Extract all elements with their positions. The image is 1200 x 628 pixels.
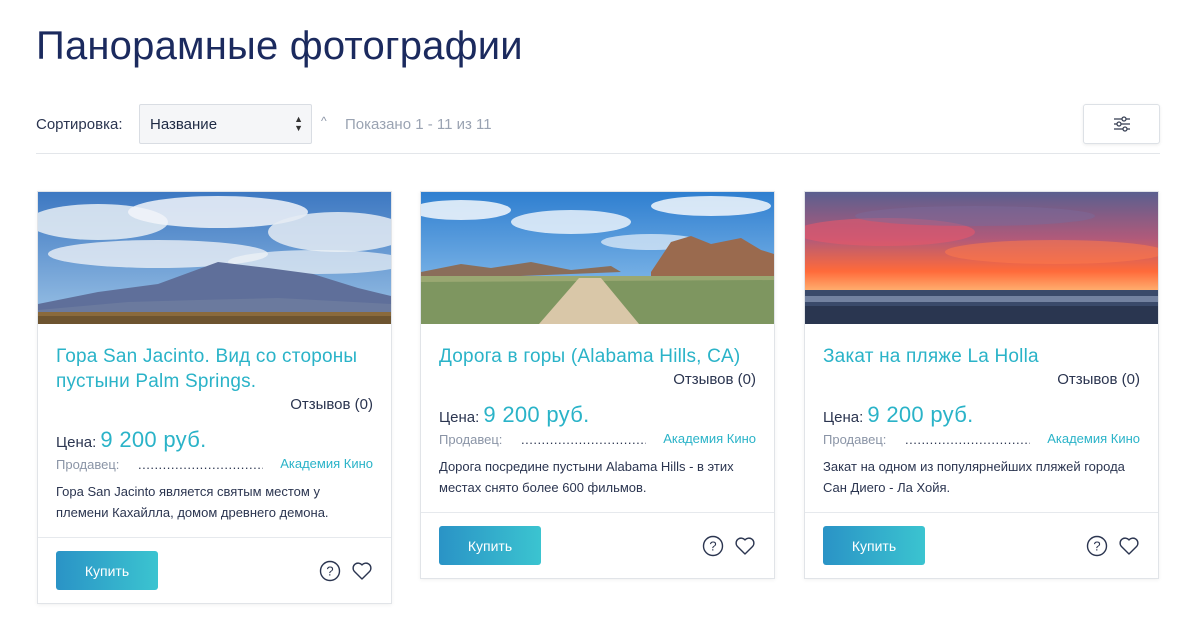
product-title[interactable]: Дорога в горы (Alabama Hills, CA) bbox=[439, 344, 756, 369]
svg-text:?: ? bbox=[709, 539, 716, 554]
seller-link[interactable]: Академия Кино bbox=[1047, 431, 1140, 446]
price-value: 9 200 руб. bbox=[867, 402, 974, 427]
sort-select[interactable]: Название ▲ ▼ bbox=[139, 104, 312, 144]
price-label: Цена: bbox=[439, 409, 480, 426]
seller-row: Продавец: ..............................… bbox=[56, 455, 373, 475]
price-value: 9 200 руб. bbox=[483, 402, 590, 427]
product-description: Гора San Jacinto является святым местом … bbox=[56, 484, 329, 520]
product-image-sunset[interactable] bbox=[805, 192, 1158, 324]
svg-text:?: ? bbox=[1093, 539, 1100, 554]
seller-row: Продавец: ..............................… bbox=[439, 430, 756, 450]
filter-button[interactable] bbox=[1083, 104, 1160, 144]
price-label: Цена: bbox=[56, 434, 97, 451]
heart-icon[interactable] bbox=[734, 535, 756, 557]
product-card: Гора San Jacinto. Вид со стороны пустыни… bbox=[37, 191, 392, 604]
buy-button[interactable]: Купить bbox=[823, 526, 925, 565]
reviews-link[interactable]: Отзывов (0) bbox=[823, 371, 1140, 388]
seller-label: Продавец: bbox=[439, 432, 503, 447]
question-icon[interactable]: ? bbox=[319, 560, 341, 582]
product-image-road[interactable] bbox=[421, 192, 774, 324]
svg-text:?: ? bbox=[326, 564, 333, 579]
reviews-link[interactable]: Отзывов (0) bbox=[56, 396, 373, 413]
card-footer: Купить ? bbox=[38, 537, 391, 603]
price-row: Цена: 9 200 руб. bbox=[439, 402, 756, 428]
seller-link[interactable]: Академия Кино bbox=[280, 456, 373, 471]
sort-select-value: Название bbox=[150, 116, 218, 133]
product-card: Закат на пляже La Holla Отзывов (0) Цена… bbox=[804, 191, 1159, 579]
question-icon[interactable]: ? bbox=[702, 535, 724, 557]
seller-row: Продавец: ..............................… bbox=[823, 430, 1140, 450]
seller-dots: ........................................… bbox=[905, 432, 1030, 447]
sort-label: Сортировка: bbox=[36, 116, 123, 133]
heart-icon[interactable] bbox=[1118, 535, 1140, 557]
sliders-icon bbox=[1113, 116, 1130, 132]
product-description: Дорога посредине пустыни Alabama Hills -… bbox=[439, 459, 734, 495]
buy-button[interactable]: Купить bbox=[56, 551, 158, 590]
product-title[interactable]: Гора San Jacinto. Вид со стороны пустыни… bbox=[56, 344, 373, 394]
sort-direction-icon[interactable]: ^ bbox=[321, 114, 327, 128]
toolbar-divider bbox=[36, 153, 1160, 154]
product-description: Закат на одном из популярнейших пляжей г… bbox=[823, 459, 1125, 495]
price-row: Цена: 9 200 руб. bbox=[823, 402, 1140, 428]
price-label: Цена: bbox=[823, 409, 864, 426]
seller-label: Продавец: bbox=[56, 457, 120, 472]
price-value: 9 200 руб. bbox=[100, 427, 207, 452]
question-icon[interactable]: ? bbox=[1086, 535, 1108, 557]
product-title[interactable]: Закат на пляже La Holla bbox=[823, 344, 1140, 369]
page-title: Панорамные фотографии bbox=[36, 24, 523, 68]
seller-dots: ........................................… bbox=[138, 457, 263, 472]
seller-dots: ........................................… bbox=[521, 432, 646, 447]
select-arrows-icon: ▲ ▼ bbox=[294, 114, 303, 133]
card-footer: Купить ? bbox=[805, 512, 1158, 578]
product-image-mountain[interactable] bbox=[38, 192, 391, 324]
heart-icon[interactable] bbox=[351, 560, 373, 582]
results-count: Показано 1 - 11 из 11 bbox=[345, 116, 492, 133]
sort-toolbar: Сортировка: Название ▲ ▼ ^ Показано 1 - 1… bbox=[36, 104, 1160, 144]
product-card: Дорога в горы (Alabama Hills, CA) Отзыво… bbox=[420, 191, 775, 579]
reviews-link[interactable]: Отзывов (0) bbox=[439, 371, 756, 388]
buy-button[interactable]: Купить bbox=[439, 526, 541, 565]
price-row: Цена: 9 200 руб. bbox=[56, 427, 373, 453]
seller-label: Продавец: bbox=[823, 432, 887, 447]
card-footer: Купить ? bbox=[421, 512, 774, 578]
seller-link[interactable]: Академия Кино bbox=[663, 431, 756, 446]
